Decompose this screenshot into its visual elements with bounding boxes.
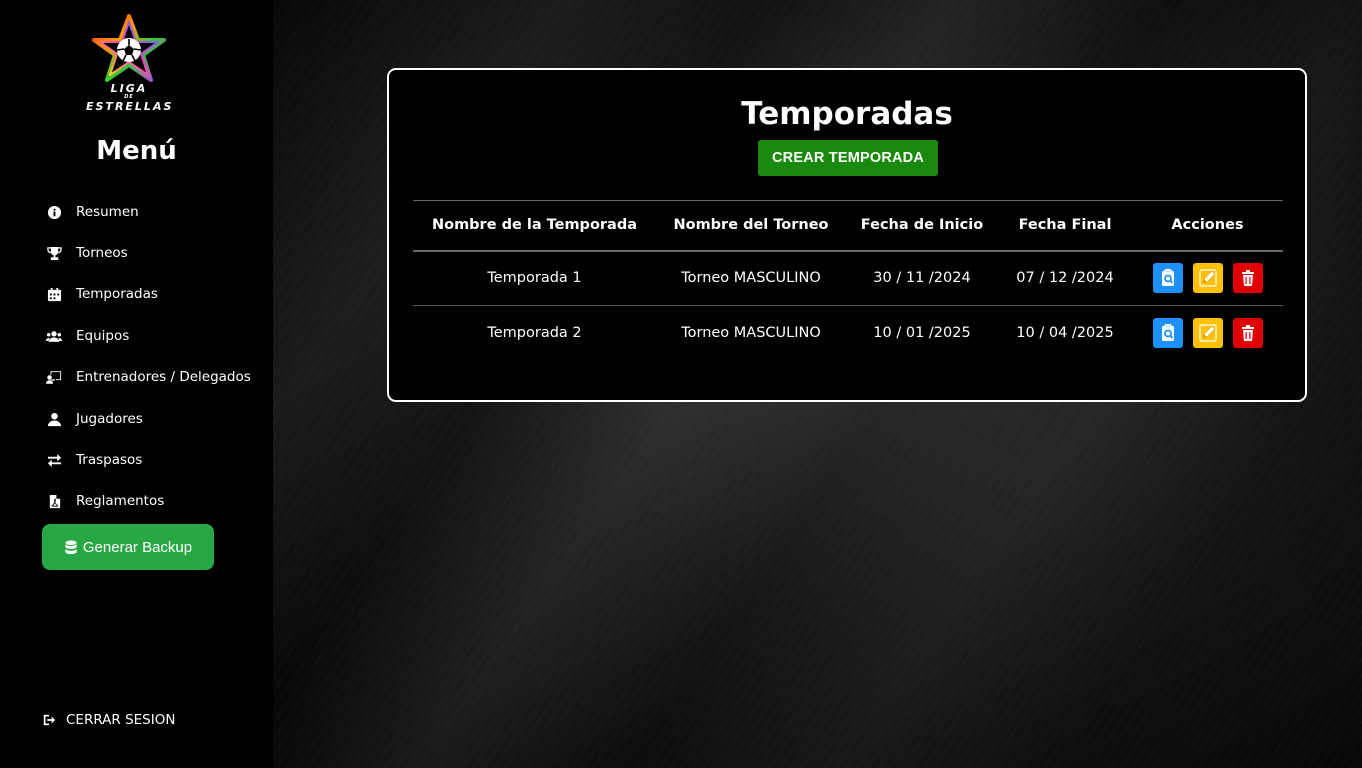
users-icon <box>46 328 62 344</box>
trophy-icon <box>46 245 62 261</box>
sidebar-item-label: Torneos <box>76 245 128 261</box>
pencil-icon <box>1198 269 1217 287</box>
column-header: Acciones <box>1132 200 1283 252</box>
sidebar-item-label: Jugadores <box>76 411 143 427</box>
cerrar-sesion-link[interactable]: CERRAR SESION <box>42 708 175 732</box>
sign-out-icon <box>43 714 56 726</box>
info-circle-icon <box>46 204 62 220</box>
delete-button[interactable] <box>1232 263 1263 294</box>
start-date-cell: 10 / 01 /2025 <box>873 325 971 342</box>
sidebar-item-torneos[interactable]: Torneos <box>46 241 128 265</box>
sidebar-item-temporadas[interactable]: Temporadas <box>46 282 158 306</box>
table-row: Temporada 1 Torneo MASCULINO 30 / 11 /20… <box>413 250 1283 306</box>
sidebar-item-entrenadores[interactable]: Entrenadores / Delegados <box>46 365 251 389</box>
cerrar-sesion-label: CERRAR SESION <box>66 712 176 728</box>
pencil-icon <box>1198 324 1217 342</box>
menu-title: Menú <box>96 136 177 166</box>
main-content: Temporadas CREAR TEMPORADA Nombre de la … <box>273 0 1362 768</box>
column-header: Nombre del Torneo <box>656 200 846 252</box>
sidebar: LIGA DE ESTRELLAS Menú Resumen Torneos T… <box>0 0 273 768</box>
crear-temporada-button[interactable]: CREAR TEMPORADA <box>758 140 938 176</box>
start-date-cell: 30 / 11 /2024 <box>846 250 998 306</box>
chalkboard-teacher-icon <box>46 369 62 385</box>
column-header: Nombre de la Temporada <box>413 200 656 252</box>
database-icon <box>65 539 77 554</box>
table-header-row: Nombre de la Temporada Nombre del Torneo… <box>413 200 1283 252</box>
end-date-cell: 07 / 12 /2024 <box>998 250 1132 306</box>
sidebar-item-label: Temporadas <box>76 286 158 302</box>
tournament-name-cell: Torneo MASCULINO <box>681 325 821 342</box>
end-date-cell: 10 / 04 /2025 <box>1016 325 1114 342</box>
user-icon <box>46 411 62 427</box>
trash-icon <box>1241 270 1254 287</box>
calendar-icon <box>46 286 62 302</box>
view-button[interactable] <box>1152 263 1183 294</box>
edit-button[interactable] <box>1192 318 1223 349</box>
sidebar-item-label: Traspasos <box>76 452 143 468</box>
column-header: Fecha Final <box>998 200 1132 252</box>
actions-cell <box>1132 250 1283 306</box>
app-root: LIGA DE ESTRELLAS Menú Resumen Torneos T… <box>0 0 1362 768</box>
column-header: Fecha de Inicio <box>846 200 998 252</box>
sidebar-item-label: Equipos <box>76 328 130 344</box>
temporadas-table: Nombre de la Temporada Nombre del Torneo… <box>413 200 1283 361</box>
page-title: Temporadas <box>741 96 953 132</box>
sidebar-item-label: Entrenadores / Delegados <box>76 369 251 385</box>
sidebar-item-label: Reglamentos <box>76 493 165 509</box>
sidebar-item-jugadores[interactable]: Jugadores <box>46 407 143 431</box>
sidebar-item-equipos[interactable]: Equipos <box>46 324 129 348</box>
generar-backup-button[interactable]: Generar Backup <box>42 524 214 570</box>
exchange-icon <box>46 452 62 468</box>
logo-text-estrellas: ESTRELLAS <box>86 100 174 113</box>
liga-estrellas-logo: LIGA DE ESTRELLAS <box>86 14 172 118</box>
temporadas-card: Temporadas CREAR TEMPORADA Nombre de la … <box>387 68 1307 402</box>
clipboard-search-icon <box>1161 324 1174 342</box>
sidebar-item-reglamentos[interactable]: Reglamentos <box>46 489 164 513</box>
sidebar-item-resumen[interactable]: Resumen <box>46 200 139 224</box>
season-name-cell: Temporada 2 <box>487 325 582 342</box>
tournament-name-cell: Torneo MASCULINO <box>656 250 846 306</box>
file-pdf-icon <box>46 493 62 509</box>
generar-backup-label: Generar Backup <box>82 538 193 556</box>
season-name-cell: Temporada 1 <box>413 250 656 306</box>
actions-cell <box>1132 306 1283 361</box>
view-button[interactable] <box>1152 318 1183 349</box>
delete-button[interactable] <box>1232 318 1263 349</box>
edit-button[interactable] <box>1192 263 1223 294</box>
clipboard-search-icon <box>1161 269 1174 287</box>
trash-icon <box>1241 325 1254 342</box>
table-row: Temporada 2 Torneo MASCULINO 10 / 01 /20… <box>413 306 1283 361</box>
sidebar-item-traspasos[interactable]: Traspasos <box>46 448 142 472</box>
sidebar-item-label: Resumen <box>76 204 139 220</box>
star-logo-icon <box>92 14 166 82</box>
